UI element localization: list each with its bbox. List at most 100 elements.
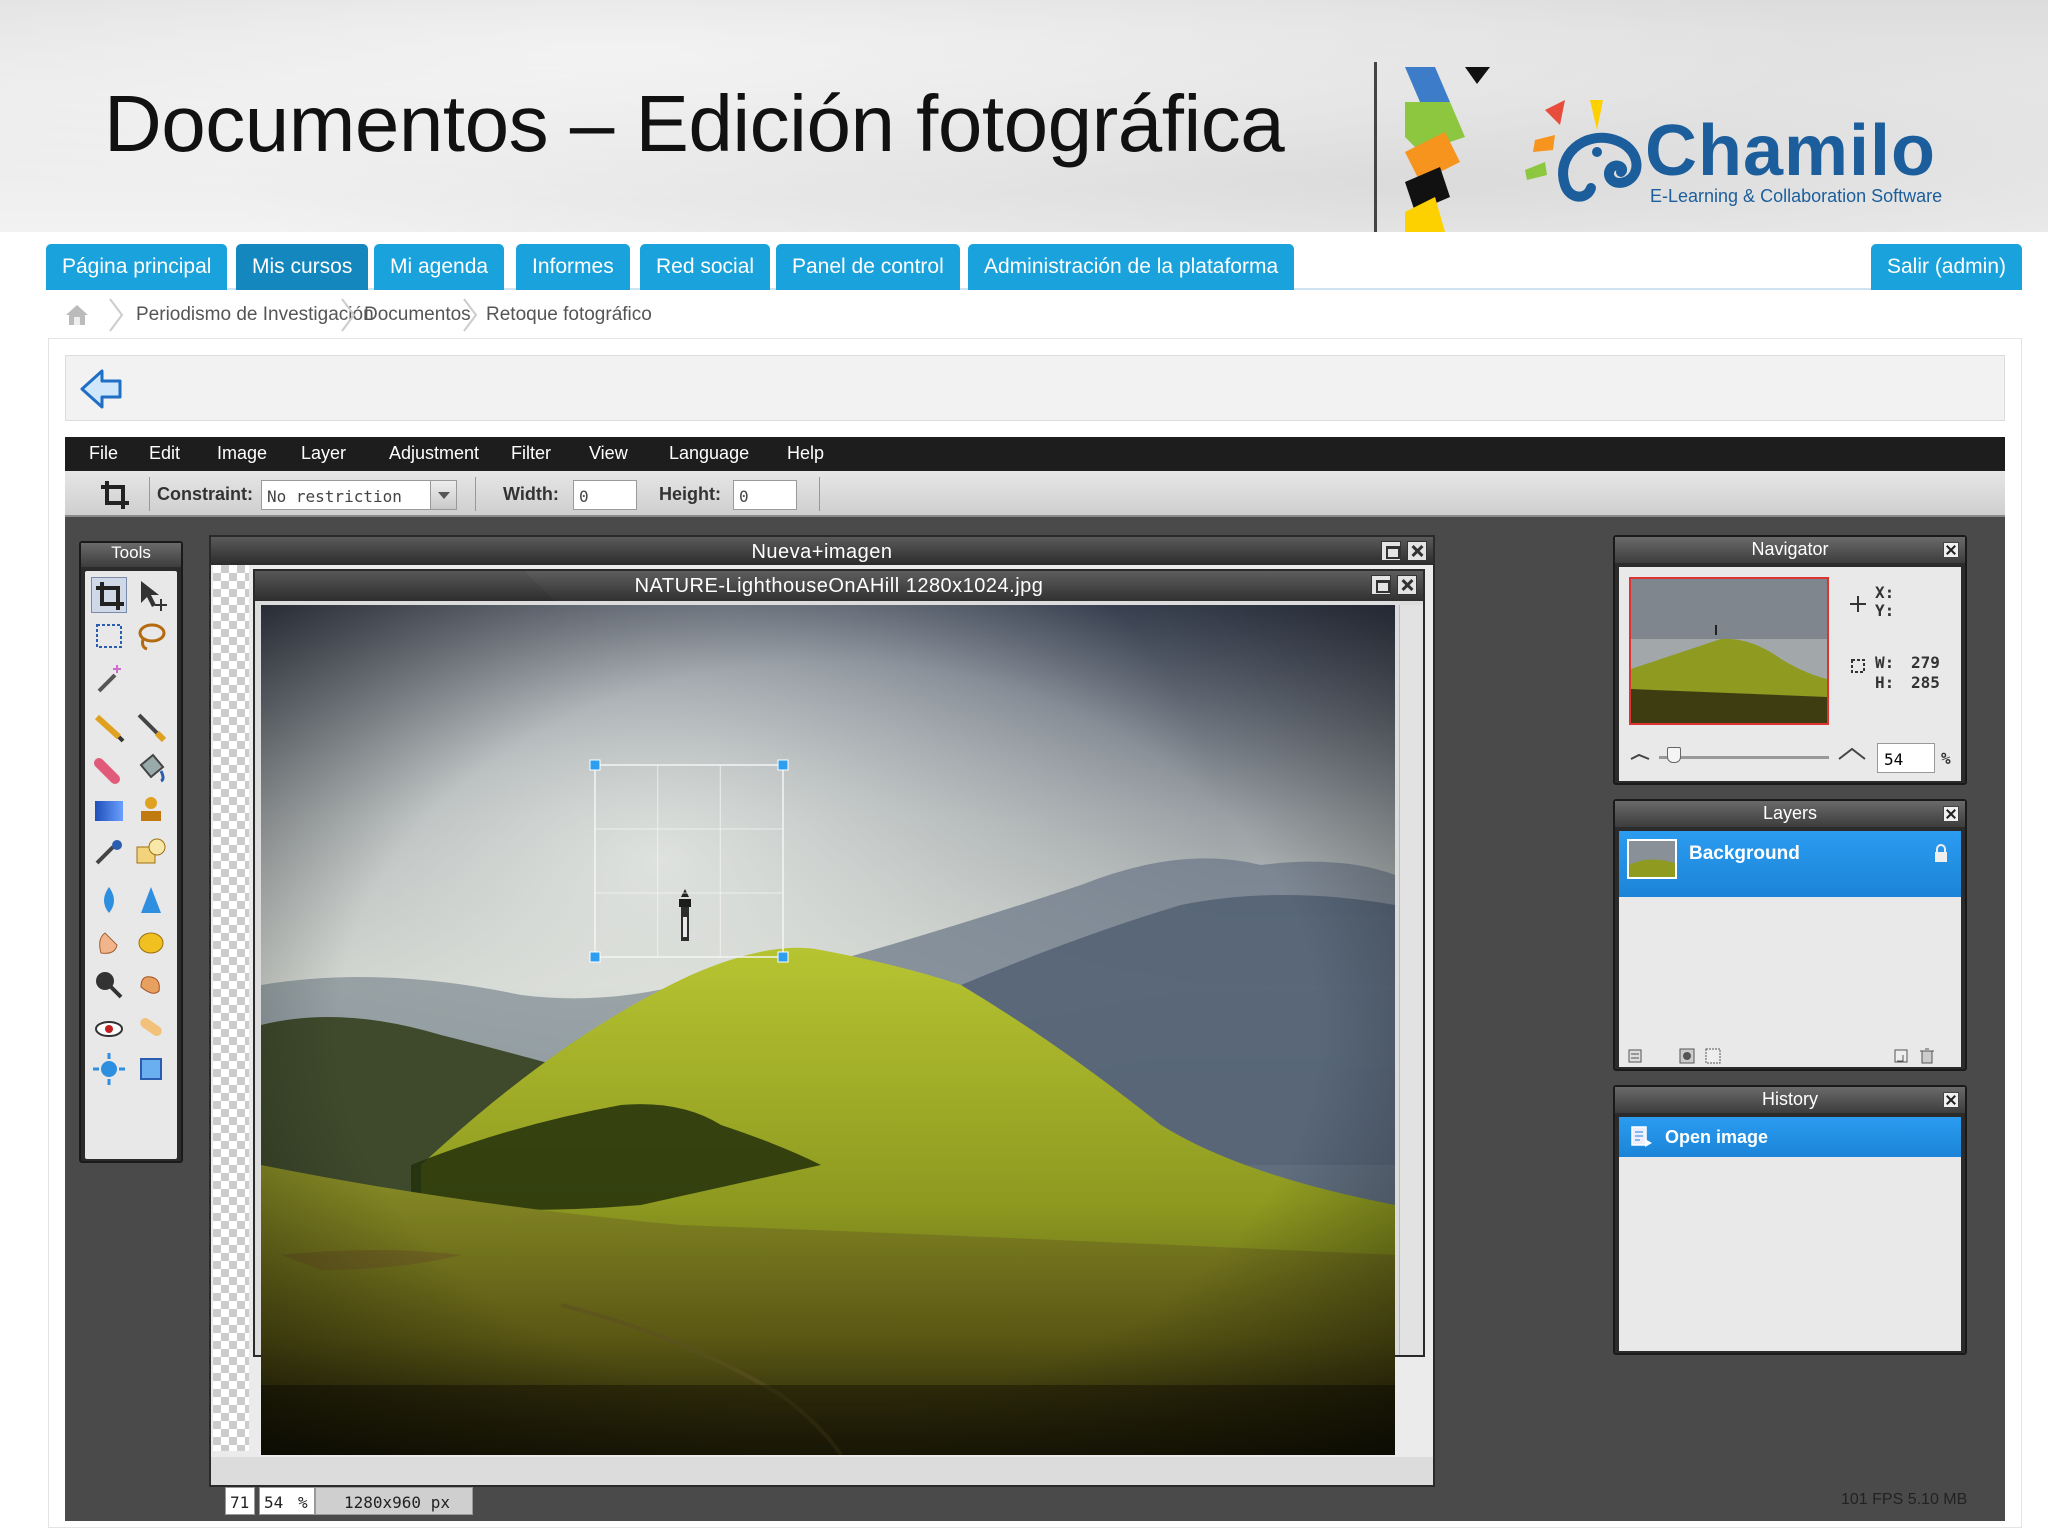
navigator-panel: Navigator X: Y: W: 279 H: 285 54 % (1613, 535, 1967, 785)
sponge-icon[interactable] (133, 925, 169, 961)
breadcrumb-documents[interactable]: Documentos (364, 304, 471, 326)
menu-language[interactable]: Language (669, 443, 749, 464)
delete-layer-icon[interactable] (1917, 1047, 1937, 1065)
width-label: Width: (503, 484, 559, 504)
height-input[interactable]: 0 (733, 480, 797, 510)
magic-wand-icon[interactable] (91, 661, 127, 697)
height-label: Height: (659, 484, 721, 504)
vertical-scrollbar[interactable] (1399, 605, 1423, 1355)
navigator-thumbnail[interactable] (1629, 577, 1829, 725)
gradient-icon[interactable] (91, 793, 127, 829)
layer-effects-icon[interactable] (1703, 1047, 1723, 1065)
pencil-icon[interactable] (91, 709, 127, 745)
zoom-in-icon[interactable] (1837, 743, 1867, 763)
navigator-h-label: H: (1875, 673, 1895, 692)
clone-stamp-icon[interactable] (133, 793, 169, 829)
burn-icon[interactable] (133, 967, 169, 1003)
zoom-unit: % (1941, 749, 1951, 768)
spot-heal-icon[interactable] (133, 1009, 169, 1045)
menu-layer[interactable]: Layer (301, 443, 346, 464)
blur-icon[interactable] (91, 883, 127, 919)
photo-editor: File Edit Image Layer Adjustment Filter … (65, 437, 2005, 1521)
platform-frame: Página principal Mis cursos Mi agenda In… (44, 232, 2024, 1530)
close-icon[interactable] (1943, 542, 1959, 558)
layer-mask-icon[interactable] (1677, 1047, 1697, 1065)
tab-administracion[interactable]: Administración de la plataforma (968, 244, 1295, 290)
tab-pagina-principal[interactable]: Página principal (46, 244, 228, 290)
layer-thumbnail (1627, 839, 1677, 879)
document-statusbar (211, 1457, 1433, 1485)
breadcrumb-separator (341, 298, 356, 332)
status-zoom-field[interactable]: 54 % (259, 1487, 315, 1515)
crop-tool-icon[interactable] (91, 577, 127, 613)
eraser-icon[interactable] (91, 751, 127, 787)
lasso-icon[interactable] (133, 619, 169, 655)
history-title: History (1615, 1087, 1965, 1113)
tab-informes[interactable]: Informes (516, 244, 630, 290)
move-tool-icon[interactable] (133, 577, 169, 613)
tab-red-social[interactable]: Red social (640, 244, 771, 290)
tools-grid (85, 571, 177, 1159)
breadcrumb-separator (463, 298, 478, 332)
maximize-icon[interactable] (1371, 575, 1391, 595)
rect-select-icon[interactable] (91, 619, 127, 655)
sharpen-icon[interactable] (133, 883, 169, 919)
zoom-slider-track[interactable] (1659, 756, 1829, 759)
new-layer-icon[interactable] (1891, 1047, 1911, 1065)
color-replace-icon[interactable] (91, 835, 127, 871)
tool-options-bar: Constraint: No restriction Width: 0 Heig… (65, 471, 2005, 517)
menu-help[interactable]: Help (787, 443, 824, 464)
pinch-icon[interactable] (133, 1051, 169, 1087)
breadcrumb-course[interactable]: Periodismo de Investigación (136, 304, 374, 326)
zoom-input[interactable]: 54 (1877, 743, 1935, 773)
close-icon[interactable] (1407, 541, 1427, 561)
menu-file[interactable]: File (89, 443, 118, 464)
layers-title: Layers (1615, 801, 1965, 827)
smudge-icon[interactable] (91, 925, 127, 961)
tools-title: Tools (81, 543, 181, 567)
slide-title: Documentos – Edición fotográfica (104, 79, 1285, 168)
width-input[interactable]: 0 (573, 480, 637, 510)
chevron-down-icon[interactable] (430, 481, 456, 509)
menu-filter[interactable]: Filter (511, 443, 551, 464)
document-titlebar: Nueva+imagen (211, 537, 1433, 565)
photo-canvas[interactable] (261, 605, 1395, 1455)
back-arrow-icon[interactable] (78, 366, 126, 412)
paint-bucket-icon[interactable] (133, 751, 169, 787)
document-title: Nueva+imagen (751, 541, 893, 563)
home-icon[interactable] (64, 302, 90, 328)
bloat-icon[interactable] (91, 1051, 127, 1087)
red-eye-icon[interactable] (91, 1009, 127, 1045)
logout-button[interactable]: Salir (admin) (1870, 244, 2022, 290)
history-label: Open image (1665, 1127, 1769, 1147)
status-zoom-unit: % (298, 1493, 308, 1512)
menu-adjustment[interactable]: Adjustment (389, 443, 479, 464)
constraint-select[interactable]: No restriction (261, 480, 457, 510)
chamilo-logo-mark (1405, 67, 1490, 232)
tab-mis-cursos[interactable]: Mis cursos (236, 244, 369, 290)
constraint-value: No restriction (267, 487, 402, 506)
image-title: NATURE-LighthouseOnAHill 1280x1024.jpg (634, 575, 1044, 597)
options-divider (819, 477, 820, 511)
action-bar (65, 355, 2005, 421)
layer-properties-icon[interactable] (1627, 1047, 1647, 1065)
navigator-body: X: Y: W: 279 H: 285 54 % (1619, 567, 1961, 781)
menu-image[interactable]: Image (217, 443, 267, 464)
status-zoom-value: 54 (264, 1493, 284, 1512)
close-icon[interactable] (1943, 806, 1959, 822)
menu-view[interactable]: View (589, 443, 628, 464)
menu-edit[interactable]: Edit (149, 443, 180, 464)
close-icon[interactable] (1397, 575, 1417, 595)
tab-panel-de-control[interactable]: Panel de control (776, 244, 960, 290)
zoom-slider-handle[interactable] (1667, 747, 1681, 763)
brush-icon[interactable] (133, 709, 169, 745)
tab-mi-agenda[interactable]: Mi agenda (374, 244, 505, 290)
dodge-icon[interactable] (91, 967, 127, 1003)
image-window: NATURE-LighthouseOnAHill 1280x1024.jpg (253, 569, 1425, 1455)
history-item[interactable]: Open image (1619, 1117, 1961, 1157)
shape-icon[interactable] (133, 835, 169, 871)
zoom-out-icon[interactable] (1629, 747, 1651, 763)
maximize-icon[interactable] (1381, 541, 1401, 561)
close-icon[interactable] (1943, 1092, 1959, 1108)
layer-item[interactable]: Background (1619, 831, 1961, 897)
